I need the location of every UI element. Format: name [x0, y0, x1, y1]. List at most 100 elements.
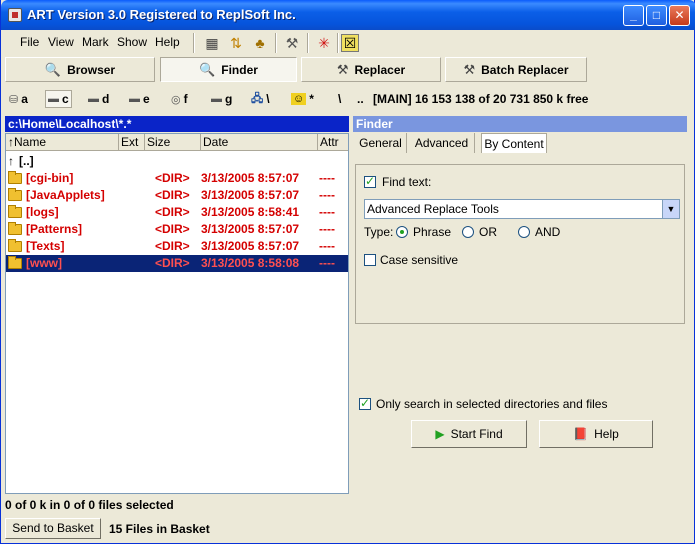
file-attr: ---- — [319, 205, 335, 219]
folder-icon — [8, 222, 22, 235]
finder-icon: 🔍 — [199, 61, 216, 77]
column-headers: ↑Name Ext Size Date Attr — [6, 134, 348, 151]
table-row[interactable]: ↑ [..] — [6, 153, 348, 170]
menu-file[interactable]: File — [20, 35, 39, 49]
table-row[interactable]: [Texts] <DIR> 3/13/2005 8:57:07 ---- — [6, 238, 348, 255]
only-selected-label: Only search in selected directories and … — [376, 397, 608, 411]
folder-icon — [8, 188, 22, 201]
chevron-down-icon[interactable]: ▼ — [662, 200, 679, 218]
radio-phrase[interactable] — [396, 226, 408, 238]
type-label: Type: — [364, 225, 394, 239]
folder-icon — [8, 171, 22, 184]
app-window: ART Version 3.0 Registered to ReplSoft I… — [0, 0, 695, 544]
window-title: ART Version 3.0 Registered to ReplSoft I… — [27, 7, 296, 22]
drive-a[interactable]: ⛁ a — [9, 90, 28, 108]
file-date: 3/13/2005 8:57:07 — [201, 171, 300, 185]
close-button[interactable]: ✕ — [669, 5, 690, 26]
browser-label: Browser — [67, 62, 116, 77]
table-row[interactable]: [JavaApplets] <DIR> 3/13/2005 8:57:07 --… — [6, 187, 348, 204]
mode-bar: 🔍 Browser 🔍 Finder ⚒ Replacer ⚒ Batch Re… — [5, 57, 691, 83]
selection-status: 0 of 0 k in 0 of 0 files selected — [5, 498, 174, 512]
asterisk-icon[interactable]: ✳ — [313, 33, 335, 53]
tab-by-content[interactable]: By Content — [481, 133, 547, 153]
menu-show[interactable]: Show — [117, 35, 147, 49]
exit-icon[interactable]: ☒ — [341, 34, 359, 52]
radio-and[interactable] — [518, 226, 530, 238]
drive-d[interactable]: ▬ d — [88, 90, 109, 108]
finder-pane: Finder General Advanced By Content Find … — [353, 116, 687, 516]
toolbar-separator — [275, 33, 277, 53]
hard-drive-icon: ▬ — [88, 93, 99, 105]
hard-drive-icon: ▬ — [129, 93, 140, 105]
drive-letter: * — [309, 92, 314, 106]
hard-drive-icon: ▬ — [48, 93, 59, 105]
table-row[interactable]: [Patterns] <DIR> 3/13/2005 8:57:07 ---- — [6, 221, 348, 238]
finder-header: Finder — [353, 116, 687, 132]
disk-free-info: [MAIN] 16 153 138 of 20 731 850 k free — [373, 92, 589, 106]
file-name: [JavaApplets] — [26, 188, 105, 202]
drive-letter: c — [62, 92, 69, 106]
favorites-drive[interactable]: ☺ * — [291, 90, 314, 108]
file-size: <DIR> — [155, 222, 190, 236]
file-name: [cgi-bin] — [26, 171, 74, 185]
start-find-button[interactable]: ▶ Start Find — [411, 420, 527, 448]
finder-label: Finder — [221, 62, 258, 77]
drive-f[interactable]: ◎ f — [171, 90, 188, 108]
radio-or[interactable] — [462, 226, 474, 238]
only-selected-checkbox[interactable] — [359, 396, 371, 410]
drive-e[interactable]: ▬ e — [129, 90, 150, 108]
menu-view[interactable]: View — [48, 35, 74, 49]
file-attr: ---- — [319, 188, 335, 202]
floppy-drive-icon: ⛁ — [9, 93, 19, 106]
col-date[interactable]: Date — [201, 134, 318, 151]
smiley-icon: ☺ — [291, 93, 307, 105]
tab-advanced[interactable]: Advanced — [409, 133, 475, 153]
col-attr[interactable]: Attr — [318, 134, 348, 151]
menu-mark[interactable]: Mark — [82, 35, 109, 49]
file-date: 3/13/2005 8:57:07 — [201, 239, 300, 253]
file-attr: ---- — [319, 222, 335, 236]
parent-dir-icon: ↑ — [8, 154, 14, 168]
case-sensitive-checkbox[interactable] — [364, 254, 376, 266]
help-button[interactable]: 📕 Help — [539, 420, 653, 448]
find-text-checkbox[interactable] — [364, 174, 376, 188]
table-row[interactable]: [cgi-bin] <DIR> 3/13/2005 8:57:07 ---- — [6, 170, 348, 187]
col-ext[interactable]: Ext — [119, 134, 145, 151]
browser-icon: 🔍 — [44, 61, 62, 77]
root-dir-button[interactable]: \ — [338, 90, 341, 108]
parent-dir-button[interactable]: .. — [357, 90, 364, 108]
table-row[interactable]: [logs] <DIR> 3/13/2005 8:58:41 ---- — [6, 204, 348, 221]
send-to-basket-button[interactable]: Send to Basket — [5, 518, 101, 539]
sort-icon[interactable]: ⇅ — [225, 33, 247, 53]
menu-help[interactable]: Help — [155, 35, 180, 49]
finder-tabs: General Advanced By Content — [353, 133, 687, 153]
network-drive[interactable]: 🖧 \ — [251, 90, 270, 108]
file-date: 3/13/2005 8:57:07 — [201, 188, 300, 202]
minimize-button[interactable]: _ — [623, 5, 644, 26]
find-text-value: Advanced Replace Tools — [367, 202, 499, 216]
replacer-label: Replacer — [354, 62, 406, 77]
start-find-label: Start Find — [450, 427, 503, 441]
hammer-icon: ⚒ — [336, 61, 349, 77]
drive-letter: f — [183, 92, 188, 106]
grid-view-icon[interactable]: ▦ — [201, 33, 223, 53]
replacer-mode-button[interactable]: ⚒ Replacer — [301, 57, 441, 82]
browser-mode-button[interactable]: 🔍 Browser — [5, 57, 155, 82]
maximize-button[interactable]: □ — [646, 5, 667, 26]
toolbar-separator — [307, 33, 309, 53]
tab-general[interactable]: General — [355, 133, 407, 153]
finder-mode-button[interactable]: 🔍 Finder — [160, 57, 297, 82]
app-icon — [8, 8, 22, 22]
col-name[interactable]: ↑Name — [6, 134, 119, 151]
find-text-combo[interactable]: Advanced Replace Tools ▼ — [364, 199, 680, 219]
tree-icon[interactable]: ♣ — [249, 33, 271, 53]
table-row-selected[interactable]: [www] <DIR> 3/13/2005 8:58:08 ---- — [6, 255, 348, 272]
col-size[interactable]: Size — [145, 134, 201, 151]
tools-icon[interactable]: ⚒ — [281, 33, 303, 53]
drive-g[interactable]: ▬ g — [211, 90, 232, 108]
batch-replacer-mode-button[interactable]: ⚒ Batch Replacer — [445, 57, 587, 82]
drive-c[interactable]: ▬ c — [45, 90, 72, 108]
file-list[interactable]: ↑Name Ext Size Date Attr ↑ [..] [cgi-bin… — [5, 133, 349, 494]
file-size: <DIR> — [155, 188, 190, 202]
cd-drive-icon: ◎ — [171, 93, 181, 106]
